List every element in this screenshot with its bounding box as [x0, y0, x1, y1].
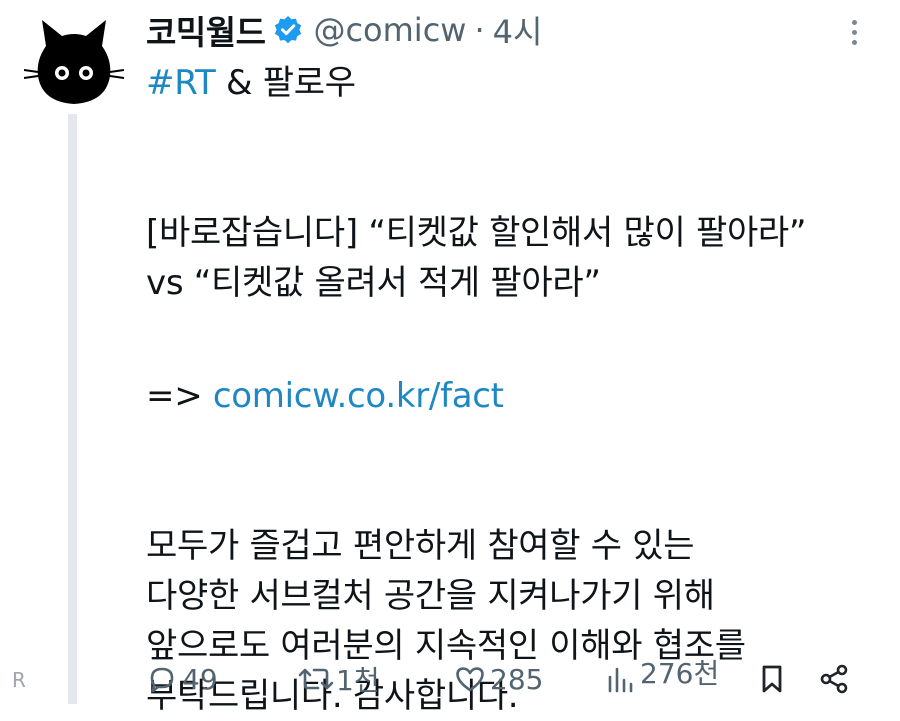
side-marker: R — [12, 668, 26, 692]
verified-badge-icon — [273, 15, 303, 45]
repost-icon — [296, 663, 336, 695]
bookmark-button[interactable] — [756, 656, 788, 702]
tweet-text: #RT & 팔로우 [바로잡습니다] “티켓값 할인해서 많이 팔아라” vs … — [146, 58, 866, 721]
user-handle[interactable]: @comicw — [313, 11, 466, 49]
reply-button[interactable]: 49 — [146, 656, 218, 702]
views-chart-icon — [604, 663, 636, 695]
body-line: 다양한 서브컬처 공간을 지켜나가기 위해 — [146, 576, 715, 616]
like-count: 285 — [490, 662, 544, 696]
bookmark-icon — [756, 663, 788, 695]
repost-button[interactable]: 1천 — [296, 656, 380, 702]
hashtag-link[interactable]: #RT — [146, 63, 216, 103]
more-options-button[interactable] — [836, 14, 872, 50]
more-vertical-icon — [851, 19, 857, 25]
display-name[interactable]: 코믹월드 — [146, 6, 266, 54]
reply-icon — [146, 663, 178, 695]
body-line: 모두가 즐겁고 편안하게 참여할 수 있는 — [146, 526, 695, 566]
tweet-title-line: #RT & 팔로우 — [146, 58, 866, 108]
share-icon — [818, 663, 850, 695]
avatar-black-cat[interactable] — [23, 16, 125, 106]
reply-count: 49 — [182, 662, 218, 696]
tweet-line-2: vs “티켓값 올려서 적게 팔아라” — [146, 263, 601, 303]
title-rest: & 팔로우 — [215, 63, 356, 103]
fact-link[interactable]: comicw.co.kr/fact — [213, 376, 504, 416]
thread-line — [68, 114, 77, 704]
repost-count: 1천 — [336, 664, 380, 697]
heart-icon — [454, 663, 486, 695]
black-cat-avatar-icon — [23, 20, 125, 104]
tweet-link-line: => comicw.co.kr/fact — [146, 371, 866, 421]
share-button[interactable] — [818, 656, 850, 702]
separator-dot: · — [474, 11, 485, 49]
tweet-line-1: [바로잡습니다] “티켓값 할인해서 많이 팔아라” — [146, 213, 807, 253]
action-bar: 49 1천 285 276천 — [146, 656, 866, 702]
like-button[interactable]: 285 — [454, 656, 543, 702]
views-button[interactable]: 276천 — [604, 656, 719, 702]
views-count: 276천 — [640, 657, 720, 690]
tweet-header: 코믹월드 @comicw · 4시 — [146, 8, 542, 52]
post-time[interactable]: 4시 — [493, 7, 543, 53]
arrow-text: => — [146, 376, 213, 416]
